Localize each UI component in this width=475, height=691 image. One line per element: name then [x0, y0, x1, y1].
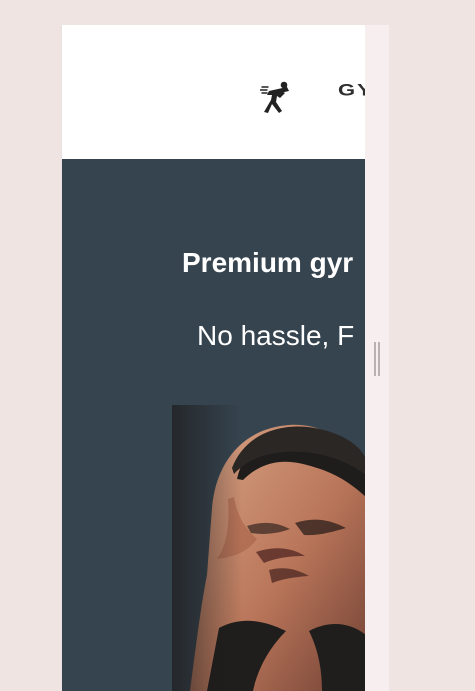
boxer-icon: [260, 81, 289, 113]
website-viewport: GY Premium gyr No hassle, F: [61, 25, 365, 691]
athlete-portrait: [172, 405, 365, 691]
hero-section: Premium gyr No hassle, F: [62, 159, 365, 691]
brand-name[interactable]: GY: [338, 81, 365, 99]
hero-title: Premium gyr: [182, 247, 354, 278]
site-header: GY: [62, 25, 365, 159]
scrollbar-handle[interactable]: [374, 342, 380, 376]
hero-subtitle: No hassle, F: [197, 320, 355, 351]
